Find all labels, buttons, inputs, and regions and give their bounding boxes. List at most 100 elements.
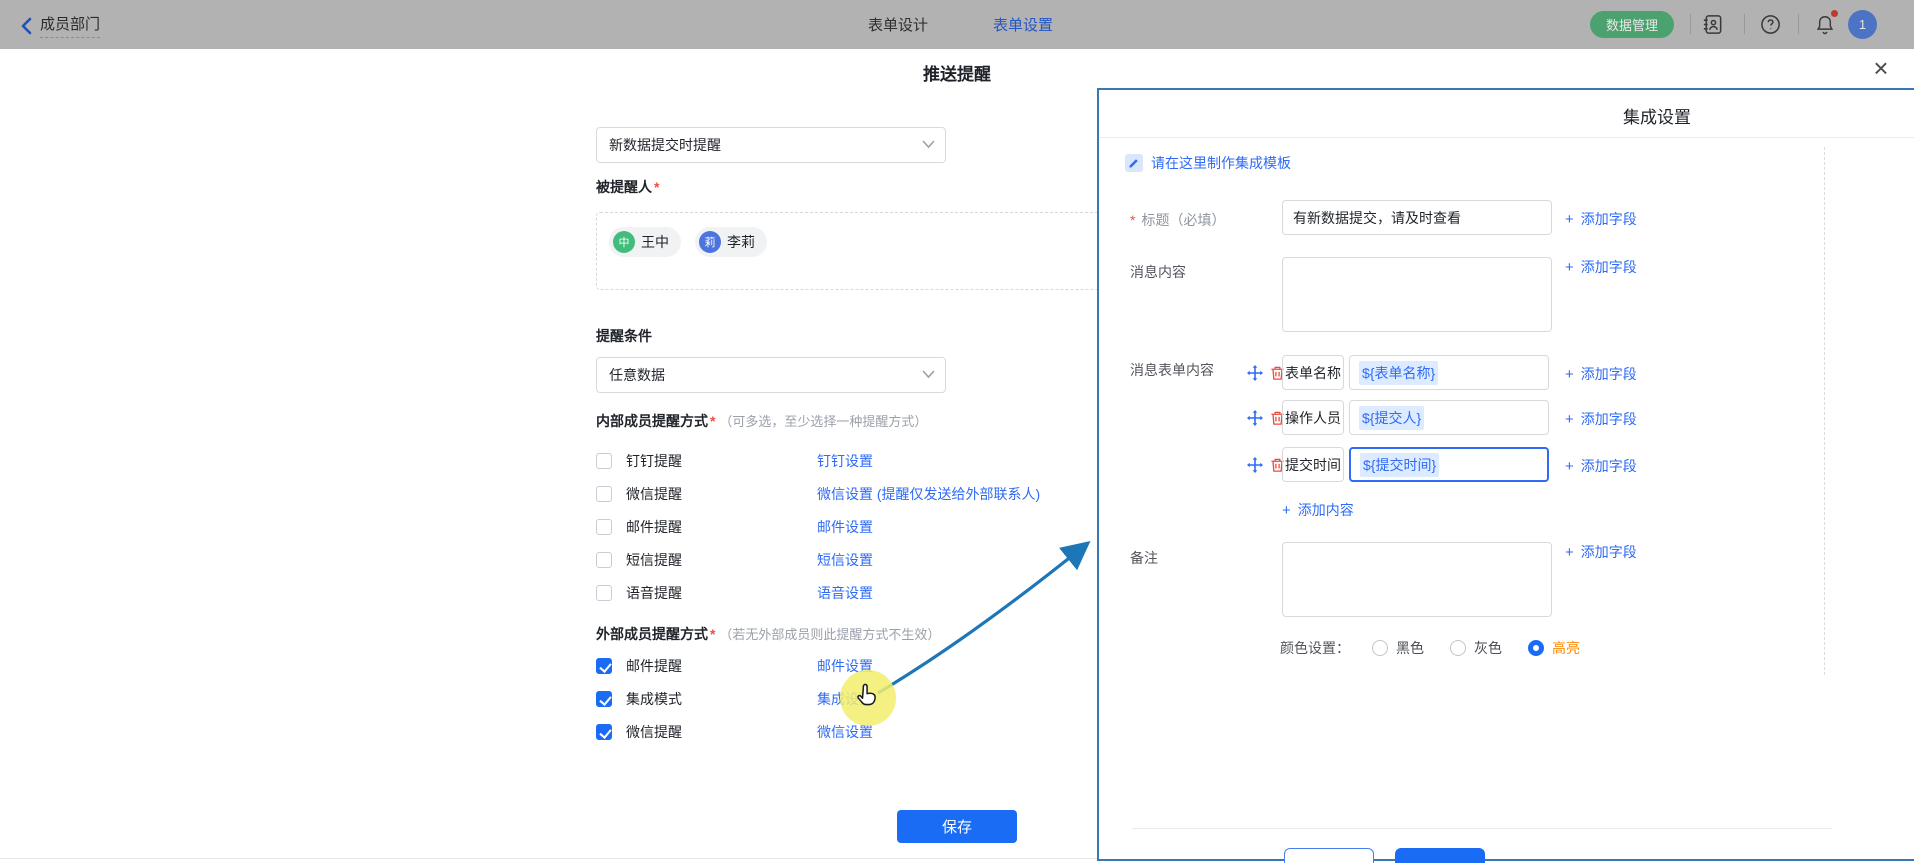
radio-gray[interactable] xyxy=(1450,640,1466,656)
condition-select[interactable]: 任意数据 xyxy=(596,357,946,393)
pencil-icon xyxy=(1125,154,1143,172)
modal-title: 推送提醒 xyxy=(0,60,1914,85)
checkbox-integration-mode[interactable]: 集成模式 xyxy=(596,689,682,709)
back-button[interactable]: 成员部门 xyxy=(20,13,100,38)
panel-footer-primary-button[interactable] xyxy=(1395,848,1485,863)
member-tag[interactable]: 莉 李莉 xyxy=(695,227,767,257)
required-asterisk: * xyxy=(710,413,715,429)
contacts-icon[interactable] xyxy=(1700,12,1725,37)
divider xyxy=(0,858,1097,859)
avatar[interactable]: 1 xyxy=(1848,10,1877,39)
message-textarea[interactable] xyxy=(1282,257,1552,332)
add-field-link[interactable]: 添加字段 xyxy=(1565,456,1637,476)
edit-template-hint[interactable]: 请在这里制作集成模板 xyxy=(1125,153,1291,173)
add-field-link[interactable]: 添加字段 xyxy=(1565,364,1637,384)
member-avatar: 中 xyxy=(613,231,635,253)
row-variable-input[interactable]: ${提交人} xyxy=(1349,400,1549,435)
member-tag[interactable]: 中 王中 xyxy=(609,227,681,257)
radio-black-label[interactable]: 黑色 xyxy=(1396,638,1424,658)
add-field-link[interactable]: 添加字段 xyxy=(1565,409,1637,429)
add-content-link[interactable]: 添加内容 xyxy=(1282,500,1354,520)
move-icon[interactable] xyxy=(1247,457,1263,473)
move-icon[interactable] xyxy=(1247,410,1263,426)
color-setting-label: 颜色设置： xyxy=(1280,638,1350,658)
title-input-value: 有新数据提交，请及时查看 xyxy=(1293,208,1461,228)
sms-settings-link[interactable]: 短信设置 xyxy=(817,550,873,570)
plus-icon xyxy=(1565,544,1581,560)
row-name-box[interactable]: 表单名称 xyxy=(1282,355,1344,390)
member-picker[interactable]: 中 王中 莉 李莉 xyxy=(596,212,1112,290)
color-setting-row: 颜色设置： 黑色 灰色 高亮 xyxy=(1280,638,1606,658)
radio-black[interactable] xyxy=(1372,640,1388,656)
plus-icon xyxy=(1565,259,1581,275)
form-content-label: 消息表单内容 xyxy=(1130,360,1214,380)
checkbox-sms-reminder[interactable]: 短信提醒 xyxy=(596,550,682,570)
add-field-link[interactable]: 添加字段 xyxy=(1565,542,1637,562)
tab-form-settings[interactable]: 表单设置 xyxy=(993,14,1053,35)
plus-icon xyxy=(1565,411,1581,427)
integration-settings-panel: 集成设置 请在这里制作集成模板 *标题（必填） 有新数据提交，请及时查看 添加字… xyxy=(1097,88,1914,861)
condition-label: 提醒条件 xyxy=(596,326,652,346)
checkbox-voice-reminder[interactable]: 语音提醒 xyxy=(596,583,682,603)
panel-footer-outline-button[interactable] xyxy=(1284,848,1374,863)
row-name-box[interactable]: 提交时间 xyxy=(1282,447,1344,482)
row-name-box[interactable]: 操作人员 xyxy=(1282,400,1344,435)
top-nav: 成员部门 表单设计 表单设置 数据管理 1 xyxy=(0,0,1914,49)
integration-settings-link[interactable]: 集成设置 xyxy=(817,689,873,709)
move-icon[interactable] xyxy=(1247,365,1263,381)
add-field-link[interactable]: 添加字段 xyxy=(1565,209,1637,229)
internal-methods-heading: 内部成员提醒方式* （可多选，至少选择一种提醒方式） xyxy=(596,411,927,431)
checkbox-email-reminder[interactable]: 邮件提醒 xyxy=(596,517,682,537)
checkbox-wechat-reminder[interactable]: 微信提醒 xyxy=(596,484,682,504)
close-icon[interactable] xyxy=(1866,53,1896,83)
save-button[interactable]: 保存 xyxy=(897,810,1017,843)
chevron-down-icon xyxy=(922,370,935,379)
member-name: 李莉 xyxy=(727,232,755,252)
trigger-type-select[interactable]: 新数据提交时提醒 xyxy=(596,127,946,163)
checkbox[interactable] xyxy=(596,486,612,502)
radio-highlight-selected[interactable] xyxy=(1528,640,1544,656)
checkbox-ext-email-reminder[interactable]: 邮件提醒 xyxy=(596,656,682,676)
checkbox[interactable] xyxy=(596,552,612,568)
divider xyxy=(1744,14,1745,34)
chevron-left-icon xyxy=(20,17,32,35)
external-methods-hint: （若无外部成员则此提醒方式不生效） xyxy=(719,627,940,642)
data-manage-button[interactable]: 数据管理 xyxy=(1590,11,1674,38)
wechat-settings-link[interactable]: 微信设置 (提醒仅发送给外部联系人) xyxy=(817,484,1040,504)
checkbox[interactable] xyxy=(596,519,612,535)
add-field-link[interactable]: 添加字段 xyxy=(1565,257,1637,277)
radio-gray-label[interactable]: 灰色 xyxy=(1474,638,1502,658)
title-input[interactable]: 有新数据提交，请及时查看 xyxy=(1282,200,1552,235)
notes-field-label: 备注 xyxy=(1130,548,1158,568)
edit-template-label: 请在这里制作集成模板 xyxy=(1151,153,1291,173)
bell-icon[interactable] xyxy=(1812,12,1837,37)
checkbox-dingtalk-reminder[interactable]: 钉钉提醒 xyxy=(596,451,682,471)
plus-icon xyxy=(1565,366,1581,382)
voice-settings-link[interactable]: 语音设置 xyxy=(817,583,873,603)
notes-textarea[interactable] xyxy=(1282,542,1552,617)
checkbox-ext-wechat-reminder[interactable]: 微信提醒 xyxy=(596,722,682,742)
dingtalk-settings-link[interactable]: 钉钉设置 xyxy=(817,451,873,471)
checkbox[interactable] xyxy=(596,453,612,469)
chevron-down-icon xyxy=(922,140,935,149)
checkbox-checked[interactable] xyxy=(596,658,612,674)
checkbox-checked[interactable] xyxy=(596,724,612,740)
ext-wechat-settings-link[interactable]: 微信设置 xyxy=(817,722,873,742)
help-icon[interactable] xyxy=(1758,12,1783,37)
panel-title: 集成设置 xyxy=(1099,103,1914,128)
dashed-guide-line xyxy=(1824,147,1825,675)
email-settings-link[interactable]: 邮件设置 xyxy=(817,517,873,537)
row-variable-input-focused[interactable]: ${提交时间} xyxy=(1349,447,1549,482)
plus-icon xyxy=(1282,502,1298,518)
external-methods-heading: 外部成员提醒方式* （若无外部成员则此提醒方式不生效） xyxy=(596,624,940,644)
title-field-label: *标题（必填） xyxy=(1130,210,1225,230)
radio-highlight-label[interactable]: 高亮 xyxy=(1552,638,1580,658)
checkbox-checked[interactable] xyxy=(596,691,612,707)
variable-chip: ${提交时间} xyxy=(1360,453,1439,477)
row-variable-input[interactable]: ${表单名称} xyxy=(1349,355,1549,390)
member-avatar: 莉 xyxy=(699,231,721,253)
tab-form-design[interactable]: 表单设计 xyxy=(868,14,928,35)
checkbox[interactable] xyxy=(596,585,612,601)
ext-email-settings-link[interactable]: 邮件设置 xyxy=(817,656,873,676)
member-name: 王中 xyxy=(641,232,669,252)
